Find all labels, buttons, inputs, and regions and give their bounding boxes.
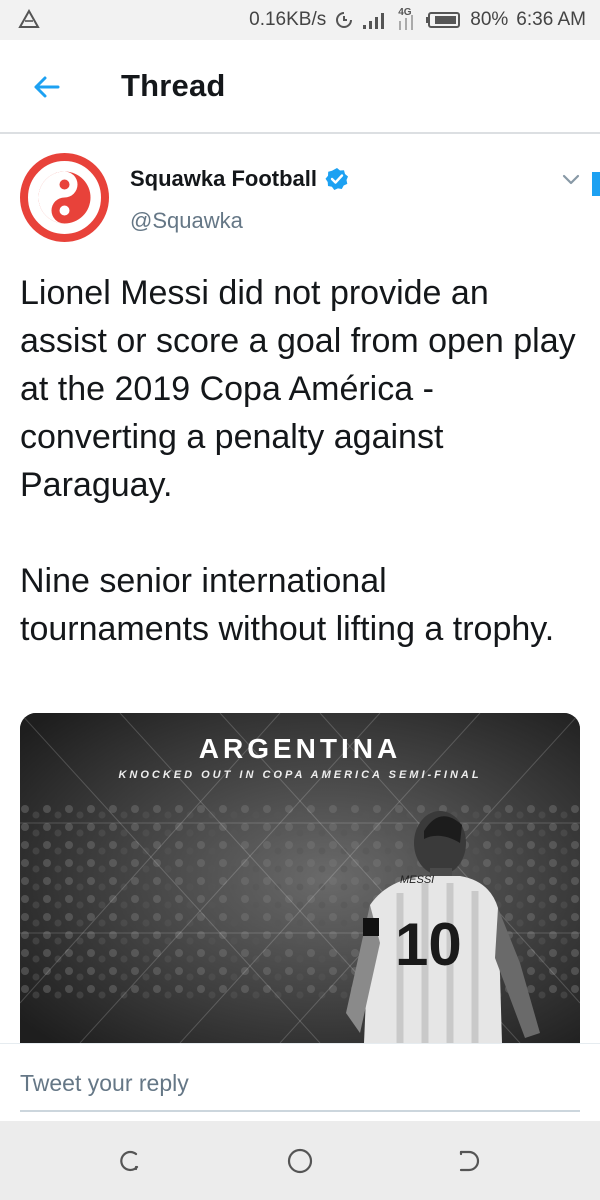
net-speed: 0.16KB/s: [249, 9, 327, 30]
reply-bar: Tweet your reply: [0, 1043, 600, 1121]
status-bar: 0.16KB/s 4G 80% 6:36 AM: [0, 0, 600, 40]
jersey-number: 10: [395, 911, 462, 978]
home-icon: [287, 1148, 313, 1174]
recent-apps-icon: [120, 1150, 139, 1172]
status-indicators: 0.16KB/s 4G 80% 6:36 AM: [249, 0, 586, 40]
warning-triangle-icon: [18, 8, 40, 34]
scroll-indicator: [592, 172, 600, 196]
tweet-media-image[interactable]: MESSI 10 ARGENTINA KNOCKED OUT IN COPA A…: [20, 713, 580, 1043]
tweet-paragraph: Lionel Messi did not provide an assist o…: [20, 274, 576, 504]
data-saver-icon: [334, 10, 354, 30]
reply-input-underline: [20, 1110, 580, 1112]
page-title: Thread: [121, 68, 226, 103]
tweet-options-button[interactable]: [558, 166, 584, 192]
squawka-logo-icon: [38, 171, 91, 224]
app-header: Thread: [0, 40, 600, 134]
back-arrow-icon: [34, 76, 60, 98]
recent-apps-button[interactable]: [112, 1143, 148, 1179]
battery-icon: [426, 11, 462, 29]
avatar[interactable]: [20, 153, 109, 242]
network-4g-icon: 4G: [396, 5, 418, 35]
system-navigation-bar: [0, 1121, 600, 1200]
chevron-down-icon: [562, 174, 580, 185]
author-name: Squawka Football: [130, 166, 318, 191]
author-name-row[interactable]: Squawka Football: [130, 166, 349, 192]
verified-badge-icon: [325, 168, 349, 190]
media-title: ARGENTINA: [198, 733, 402, 764]
system-back-button[interactable]: [450, 1143, 486, 1179]
home-button[interactable]: [282, 1143, 318, 1179]
tweet-paragraph: Nine senior international tournaments wi…: [20, 562, 555, 648]
media-subtitle: KNOCKED OUT IN COPA AMERICA SEMI-FINAL: [118, 769, 482, 781]
author-handle: @Squawka: [130, 208, 243, 233]
tweet-text: Lionel Messi did not provide an assist o…: [20, 269, 580, 653]
reply-input[interactable]: Tweet your reply: [20, 1070, 189, 1097]
jersey-name: MESSI: [400, 874, 434, 886]
back-button[interactable]: [28, 68, 66, 106]
battery-level: 80%: [470, 9, 509, 30]
back-icon: [459, 1150, 480, 1172]
signal-icon: [362, 10, 388, 30]
clock: 6:36 AM: [516, 9, 586, 30]
